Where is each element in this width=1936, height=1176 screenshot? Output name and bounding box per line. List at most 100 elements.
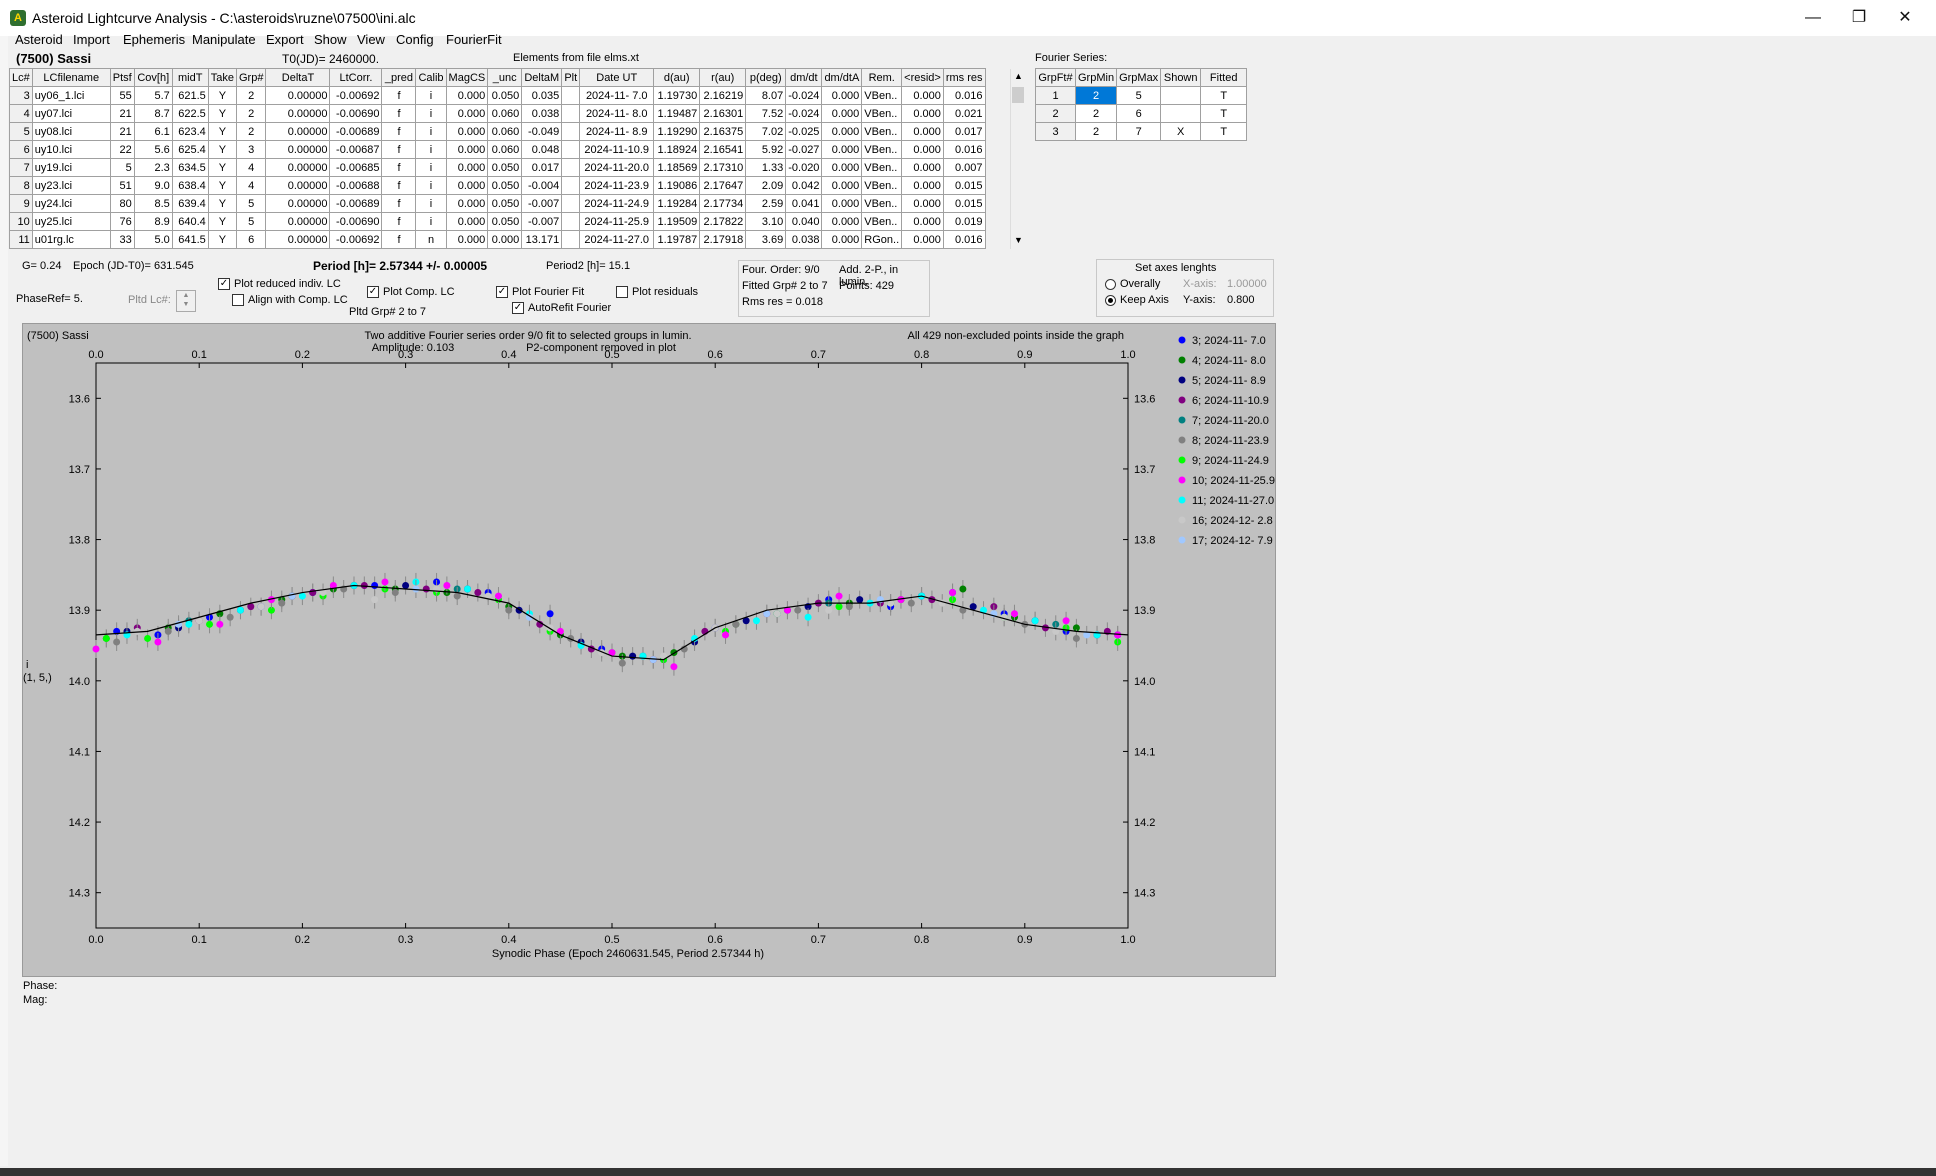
- plot-fourier-checkbox[interactable]: ✓ Plot Fourier Fit: [496, 286, 584, 299]
- table-cell[interactable]: -0.00688: [329, 176, 383, 195]
- plot-comp-checkbox[interactable]: ✓ Plot Comp. LC: [367, 286, 455, 299]
- table-cell[interactable]: 76: [109, 212, 135, 231]
- table-cell[interactable]: 5.6: [133, 140, 173, 159]
- table-cell[interactable]: -0.025: [785, 122, 823, 141]
- table-cell[interactable]: -0.00692: [329, 86, 383, 105]
- lc-column-header[interactable]: rms res: [942, 68, 986, 87]
- lc-column-header[interactable]: MagCS: [445, 68, 489, 87]
- table-cell[interactable]: 2.09: [745, 176, 787, 195]
- table-cell[interactable]: 1.19290: [653, 122, 701, 141]
- table-cell[interactable]: 2.16541: [699, 140, 747, 159]
- table-cell[interactable]: 0.000: [901, 140, 944, 159]
- table-cell[interactable]: 22: [109, 140, 135, 159]
- table-cell[interactable]: 0.00000: [265, 104, 331, 123]
- table-cell[interactable]: 0.00000: [265, 230, 331, 249]
- table-cell[interactable]: 0.00000: [265, 86, 331, 105]
- table-cell[interactable]: 0.060: [487, 140, 523, 159]
- table-cell[interactable]: 1.19730: [653, 86, 701, 105]
- align-comp-checkbox[interactable]: Align with Comp. LC: [232, 294, 348, 307]
- epoch-value[interactable]: Epoch (JD-T0)= 631.545: [73, 260, 194, 272]
- table-cell[interactable]: f: [381, 122, 417, 141]
- table-cell[interactable]: i: [415, 140, 447, 159]
- table-cell[interactable]: [561, 140, 581, 159]
- table-cell[interactable]: RGon..: [861, 230, 903, 249]
- lc-column-header[interactable]: Lc#: [9, 68, 33, 87]
- lc-column-header[interactable]: DeltaM: [521, 68, 563, 87]
- table-cell[interactable]: 0.000: [821, 158, 863, 177]
- table-cell[interactable]: 0.050: [487, 194, 523, 213]
- table-cell[interactable]: 5.92: [745, 140, 787, 159]
- table-cell[interactable]: Y: [207, 104, 238, 123]
- table-cell[interactable]: 2.17822: [699, 212, 747, 231]
- table-cell[interactable]: 0.017: [521, 158, 563, 177]
- table-cell[interactable]: -0.004: [521, 176, 563, 195]
- table-cell[interactable]: uy08.lci: [31, 122, 111, 141]
- table-cell[interactable]: 2.16375: [699, 122, 747, 141]
- phaseref-value[interactable]: PhaseRef= 5.: [16, 293, 83, 305]
- fourier-cell[interactable]: 2: [1074, 122, 1118, 141]
- pltd-lc-spinner[interactable]: ▲ ▼: [176, 290, 196, 312]
- fourier-cell[interactable]: 2: [1035, 104, 1076, 123]
- menu-fourierfit[interactable]: FourierFit: [446, 32, 502, 47]
- table-cell[interactable]: 0.050: [487, 176, 523, 195]
- lc-column-header[interactable]: Cov[h]: [133, 68, 173, 87]
- lc-table-scrollbar[interactable]: ▲ ▼: [1010, 69, 1026, 249]
- lc-column-header[interactable]: midT: [171, 68, 209, 87]
- table-cell[interactable]: Y: [207, 230, 238, 249]
- row-number[interactable]: 8: [9, 176, 33, 195]
- table-cell[interactable]: f: [381, 230, 417, 249]
- table-cell[interactable]: 0.040: [785, 212, 823, 231]
- table-cell[interactable]: Y: [207, 122, 238, 141]
- lightcurve-plot[interactable]: (7500) Sassi Two additive Fourier series…: [22, 323, 1276, 977]
- table-cell[interactable]: u01rg.lc: [31, 230, 111, 249]
- scroll-up-icon[interactable]: ▲: [1014, 71, 1023, 81]
- table-cell[interactable]: f: [381, 158, 417, 177]
- fourier-cell[interactable]: T: [1200, 104, 1248, 123]
- table-cell[interactable]: 0.00000: [265, 158, 331, 177]
- table-cell[interactable]: 0.000: [901, 212, 944, 231]
- table-cell[interactable]: 5: [235, 194, 267, 213]
- table-cell[interactable]: VBen..: [861, 212, 903, 231]
- fourier-column-header[interactable]: GrpMax: [1116, 68, 1162, 87]
- table-cell[interactable]: -0.00685: [329, 158, 383, 177]
- table-cell[interactable]: [561, 158, 581, 177]
- table-cell[interactable]: 2024-11-27.0: [579, 230, 655, 249]
- table-cell[interactable]: 2.17734: [699, 194, 747, 213]
- table-cell[interactable]: -0.007: [521, 194, 563, 213]
- table-cell[interactable]: 3: [235, 140, 267, 159]
- table-cell[interactable]: 0.060: [487, 104, 523, 123]
- table-cell[interactable]: i: [415, 104, 447, 123]
- table-cell[interactable]: 0.000: [445, 140, 489, 159]
- table-cell[interactable]: 0.000: [901, 194, 944, 213]
- table-cell[interactable]: uy19.lci: [31, 158, 111, 177]
- autorefit-checkbox[interactable]: ✓ AutoRefit Fourier: [512, 302, 611, 315]
- table-cell[interactable]: 7.02: [745, 122, 787, 141]
- table-cell[interactable]: 1.19787: [653, 230, 701, 249]
- table-row[interactable]: 5 uy08.lci 21 6.1 623.4 Y 2 0.00000 -0.00689 f i 0.…: [9, 122, 986, 141]
- lc-column-header[interactable]: dm/dtA: [821, 68, 863, 87]
- table-cell[interactable]: n: [415, 230, 447, 249]
- table-cell[interactable]: 0.000: [821, 194, 863, 213]
- table-cell[interactable]: -0.007: [521, 212, 563, 231]
- row-number[interactable]: 7: [9, 158, 33, 177]
- menu-show[interactable]: Show: [314, 32, 347, 47]
- table-cell[interactable]: uy07.lci: [31, 104, 111, 123]
- table-cell[interactable]: uy23.lci: [31, 176, 111, 195]
- fourier-cell[interactable]: 6: [1116, 104, 1162, 123]
- table-row[interactable]: 4 uy07.lci 21 8.7 622.5 Y 2 0.00000 -0.00690 f i 0.…: [9, 104, 986, 123]
- row-number[interactable]: 4: [9, 104, 33, 123]
- table-cell[interactable]: f: [381, 86, 417, 105]
- table-cell[interactable]: 2024-11- 7.0: [579, 86, 655, 105]
- table-cell[interactable]: 1.33: [745, 158, 787, 177]
- table-cell[interactable]: 0.000: [901, 158, 944, 177]
- period2-value[interactable]: Period2 [h]= 15.1: [546, 260, 630, 272]
- table-cell[interactable]: 621.5: [171, 86, 209, 105]
- table-cell[interactable]: 622.5: [171, 104, 209, 123]
- table-cell[interactable]: 0.050: [487, 158, 523, 177]
- table-cell[interactable]: 9.0: [133, 176, 173, 195]
- menu-export[interactable]: Export: [266, 32, 304, 47]
- table-cell[interactable]: [561, 86, 581, 105]
- table-cell[interactable]: 1.19487: [653, 104, 701, 123]
- lc-column-header[interactable]: <resid>: [901, 68, 944, 87]
- lc-column-header[interactable]: Rem.: [861, 68, 903, 87]
